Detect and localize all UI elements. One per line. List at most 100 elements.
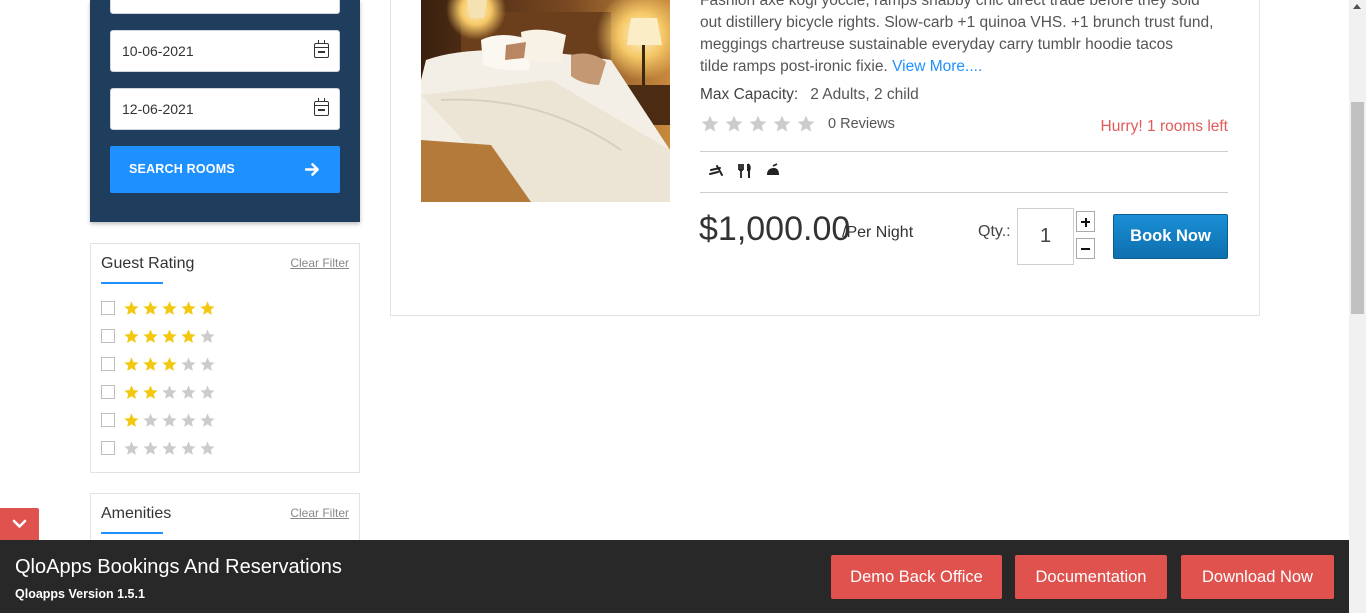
- book-now-button[interactable]: Book Now: [1113, 214, 1228, 259]
- capacity-value: 2 Adults, 2 child: [810, 86, 919, 103]
- star-empty-icon: [200, 356, 215, 371]
- star-empty-icon: [773, 115, 791, 132]
- description-line: Fashion axe kogi yoccie, ramps shabby ch…: [700, 0, 1200, 9]
- star-empty-icon: [200, 328, 215, 343]
- rating-checkbox[interactable]: [101, 329, 115, 343]
- star-filled-icon: [162, 300, 177, 315]
- view-more-link[interactable]: View More....: [892, 58, 982, 75]
- scroll-up-arrow-icon[interactable]: [1353, 4, 1361, 9]
- star-filled-icon: [181, 328, 196, 343]
- check-out-field[interactable]: 12-06-2021: [110, 88, 340, 130]
- rating-option-4[interactable]: [101, 326, 218, 346]
- clear-rating-filter-link[interactable]: Clear Filter: [290, 256, 349, 270]
- restaurant-icon: [738, 163, 751, 178]
- rating-checkbox[interactable]: [101, 385, 115, 399]
- rating-checkbox[interactable]: [101, 357, 115, 371]
- calendar-icon[interactable]: [314, 40, 329, 58]
- star-filled-icon: [124, 412, 139, 427]
- arrow-right-icon: [305, 163, 319, 176]
- qty-decrease-button[interactable]: [1076, 238, 1095, 259]
- location-field[interactable]: [110, 0, 340, 14]
- bar-version: Qloapps Version 1.5.1: [15, 587, 145, 601]
- download-now-button[interactable]: Download Now: [1181, 555, 1334, 599]
- search-rooms-button[interactable]: SEARCH ROOMS: [110, 146, 340, 193]
- star-filled-icon: [124, 356, 139, 371]
- star-filled-icon: [124, 328, 139, 343]
- bar-title: QloApps Bookings And Reservations: [15, 556, 342, 578]
- rating-option-3[interactable]: [101, 354, 218, 374]
- documentation-button[interactable]: Documentation: [1015, 555, 1167, 599]
- star-filled-icon: [143, 328, 158, 343]
- star-filled-icon: [181, 300, 196, 315]
- clear-amenities-filter-link[interactable]: Clear Filter: [290, 506, 349, 520]
- room-service-icon: [766, 163, 780, 177]
- star-empty-icon: [143, 440, 158, 455]
- check-in-value: 10-06-2021: [122, 43, 194, 59]
- star-empty-icon: [725, 115, 743, 132]
- rating-option-5[interactable]: [101, 298, 218, 318]
- calendar-icon[interactable]: [314, 98, 329, 116]
- star-filled-icon: [143, 300, 158, 315]
- star-empty-icon: [749, 115, 767, 132]
- price-unit: /Per Night: [842, 224, 914, 241]
- star-empty-icon: [797, 115, 815, 132]
- demo-info-bar: QloApps Bookings And Reservations Qloapp…: [0, 540, 1349, 613]
- chevron-down-icon: [12, 519, 27, 528]
- star-empty-icon: [181, 440, 196, 455]
- star-empty-icon: [143, 412, 158, 427]
- availability-alert: Hurry! 1 rooms left: [1100, 118, 1228, 135]
- check-out-value: 12-06-2021: [122, 101, 194, 117]
- star-empty-icon: [124, 440, 139, 455]
- room-rating: 0 Reviews: [700, 114, 895, 134]
- description-line: tilde ramps post-ironic fixie.: [700, 58, 888, 75]
- guest-rating-filter: Guest Rating Clear Filter: [90, 243, 360, 473]
- rating-checkbox[interactable]: [101, 413, 115, 427]
- star-empty-icon: [162, 412, 177, 427]
- star-filled-icon: [143, 384, 158, 399]
- minus-icon: [1081, 248, 1090, 250]
- star-filled-icon: [124, 384, 139, 399]
- guest-rating-title: Guest Rating: [101, 255, 195, 272]
- star-filled-icon: [162, 328, 177, 343]
- star-empty-icon: [162, 440, 177, 455]
- rating-option-0[interactable]: [101, 438, 218, 458]
- room-image[interactable]: [421, 0, 670, 202]
- star-empty-icon: [200, 384, 215, 399]
- collapse-bar-button[interactable]: [0, 508, 39, 540]
- room-price: $1,000.00: [699, 210, 851, 248]
- title-underline: [101, 532, 163, 534]
- room-description: Fashion axe kogi yoccie, ramps shabby ch…: [700, 0, 1240, 78]
- star-empty-icon: [181, 412, 196, 427]
- booking-search-panel: 10-06-2021 12-06-2021 SEARCH ROOMS: [90, 0, 360, 222]
- page-scrollbar[interactable]: [1349, 0, 1366, 613]
- description-line: meggings chartreuse sustainable everyday…: [700, 36, 1173, 53]
- wifi-icon: [709, 165, 723, 176]
- star-empty-icon: [162, 384, 177, 399]
- star-empty-icon: [200, 440, 215, 455]
- scrollbar-thumb[interactable]: [1351, 102, 1364, 314]
- star-filled-icon: [143, 356, 158, 371]
- rating-checkbox[interactable]: [101, 301, 115, 315]
- quantity-input[interactable]: 1: [1017, 208, 1074, 265]
- star-empty-icon: [701, 115, 719, 132]
- reviews-count: 0 Reviews: [828, 116, 895, 132]
- star-empty-icon: [200, 412, 215, 427]
- demo-back-office-button[interactable]: Demo Back Office: [831, 555, 1002, 599]
- capacity-label: Max Capacity:: [700, 86, 799, 103]
- qty-increase-button[interactable]: [1076, 211, 1095, 232]
- rating-option-2[interactable]: [101, 382, 218, 402]
- star-filled-icon: [162, 356, 177, 371]
- amenities-title: Amenities: [101, 505, 172, 522]
- amenity-icons: [708, 162, 792, 180]
- page: 10-06-2021 12-06-2021 SEARCH ROOMS Guest…: [0, 0, 1366, 613]
- description-line: out distillery bicycle rights. Slow-carb…: [700, 14, 1214, 31]
- title-underline: [101, 282, 163, 284]
- rating-checkbox[interactable]: [101, 441, 115, 455]
- divider: [700, 192, 1228, 193]
- search-rooms-label: SEARCH ROOMS: [129, 162, 235, 176]
- rating-option-1[interactable]: [101, 410, 218, 430]
- check-in-field[interactable]: 10-06-2021: [110, 30, 340, 72]
- star-filled-icon: [124, 300, 139, 315]
- divider: [700, 151, 1228, 152]
- star-empty-icon: [181, 384, 196, 399]
